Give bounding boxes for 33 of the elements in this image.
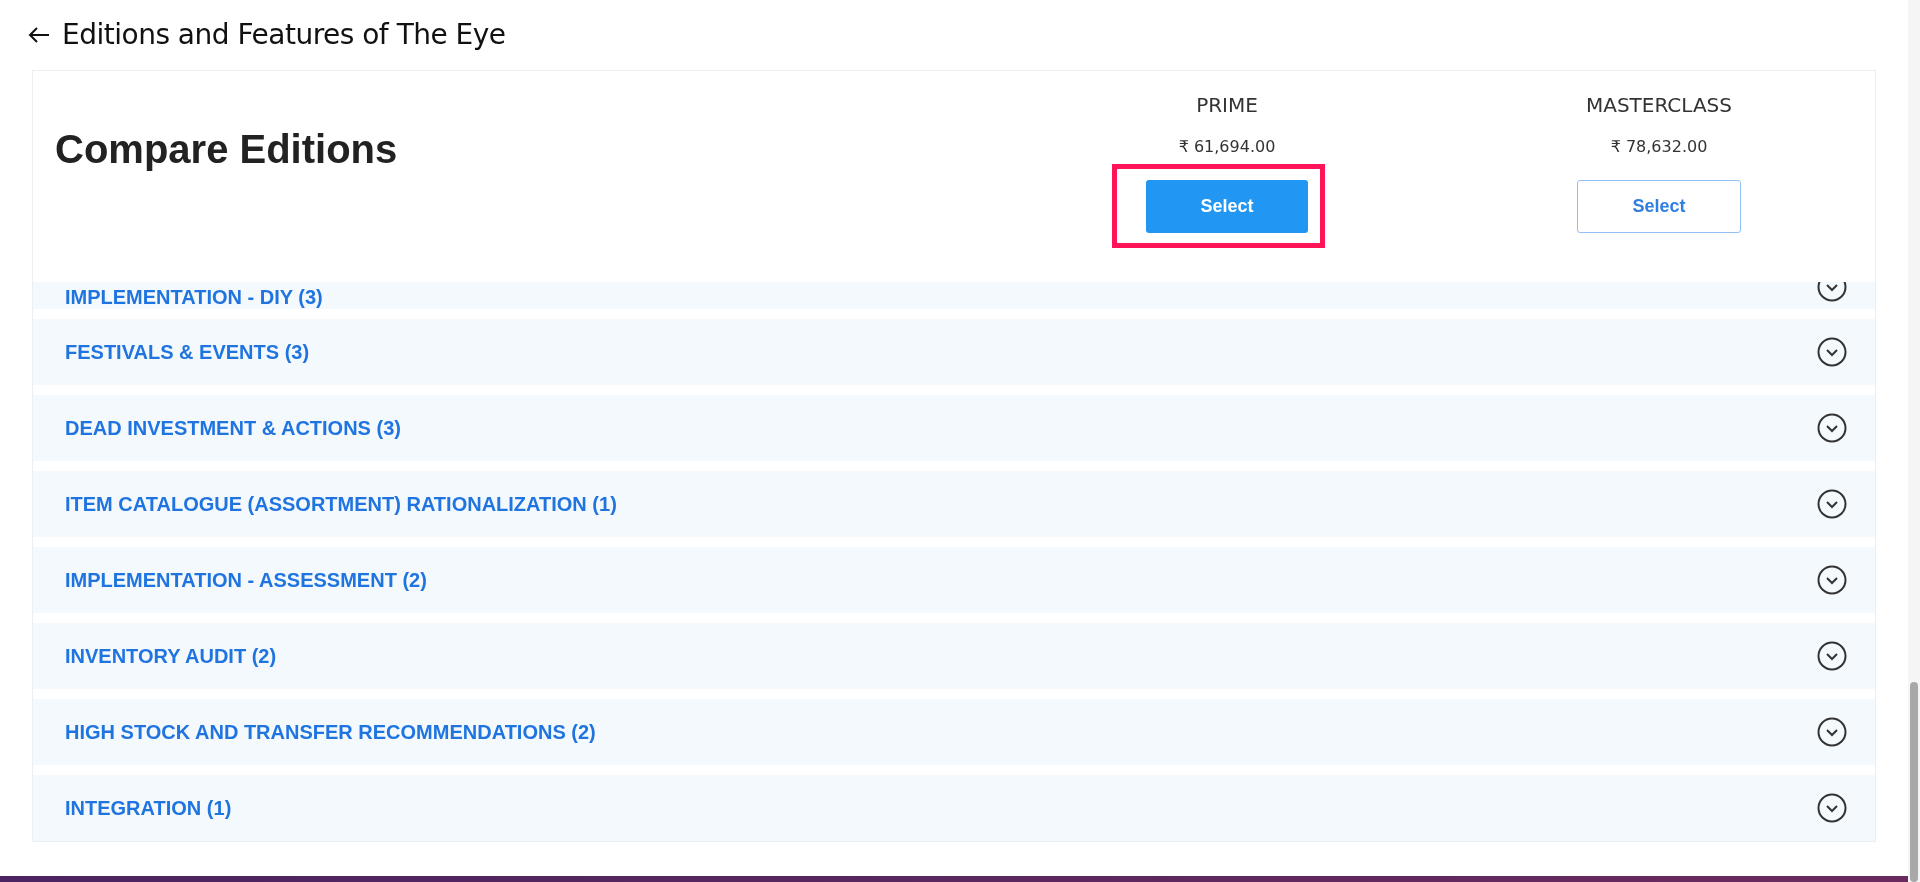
category-label: ITEM CATALOGUE (ASSORTMENT) RATIONALIZATION (1) xyxy=(65,492,617,517)
category-row[interactable]: FESTIVALS & EVENTS (3) xyxy=(33,319,1875,385)
edition-price: ₹ 78,632.00 xyxy=(1610,136,1708,158)
chevron-circle-icon[interactable] xyxy=(1817,793,1847,823)
chevron-circle-icon[interactable] xyxy=(1817,717,1847,747)
edition-name: PRIME xyxy=(1196,93,1258,117)
category-row[interactable]: IMPLEMENTATION - DIY (3) xyxy=(33,282,1875,309)
category-label: HIGH STOCK AND TRANSFER RECOMMENDATIONS (2) xyxy=(65,720,596,745)
category-label: INVENTORY AUDIT (2) xyxy=(65,644,277,669)
category-row[interactable]: DEAD INVESTMENT & ACTIONS (3) xyxy=(33,395,1875,461)
category-row[interactable]: INTEGRATION (1) xyxy=(33,775,1875,841)
category-label: DEAD INVESTMENT & ACTIONS (3) xyxy=(65,416,401,441)
select-button[interactable]: Select xyxy=(1146,180,1308,233)
category-row[interactable]: ITEM CATALOGUE (ASSORTMENT) RATIONALIZATION (1) xyxy=(33,471,1875,537)
chevron-circle-icon[interactable] xyxy=(1817,489,1847,519)
category-label: FESTIVALS & EVENTS (3) xyxy=(65,340,310,365)
category-label: IMPLEMENTATION - ASSESSMENT (2) xyxy=(65,568,427,593)
chevron-circle-icon[interactable] xyxy=(1817,337,1847,367)
chevron-circle-icon[interactable] xyxy=(1817,413,1847,443)
chevron-circle-icon[interactable] xyxy=(1817,565,1847,595)
category-row[interactable]: HIGH STOCK AND TRANSFER RECOMMENDATIONS (2) xyxy=(33,699,1875,765)
scrollbar-thumb[interactable] xyxy=(1910,682,1918,882)
page-title: Editions and Features of The Eye xyxy=(62,17,506,53)
category-label: INTEGRATION (1) xyxy=(65,796,232,821)
category-label: IMPLEMENTATION - DIY (3) xyxy=(65,285,323,309)
select-button[interactable]: Select xyxy=(1577,180,1741,233)
edition-name: MASTERCLASS xyxy=(1586,93,1732,117)
edition-price: ₹ 61,694.00 xyxy=(1178,136,1276,158)
category-row[interactable]: IMPLEMENTATION - ASSESSMENT (2) xyxy=(33,547,1875,613)
category-row[interactable]: INVENTORY AUDIT (2) xyxy=(33,623,1875,689)
compare-heading: Compare Editions xyxy=(55,127,398,171)
back-arrow-icon[interactable] xyxy=(28,26,50,44)
chevron-circle-icon[interactable] xyxy=(1817,641,1847,671)
